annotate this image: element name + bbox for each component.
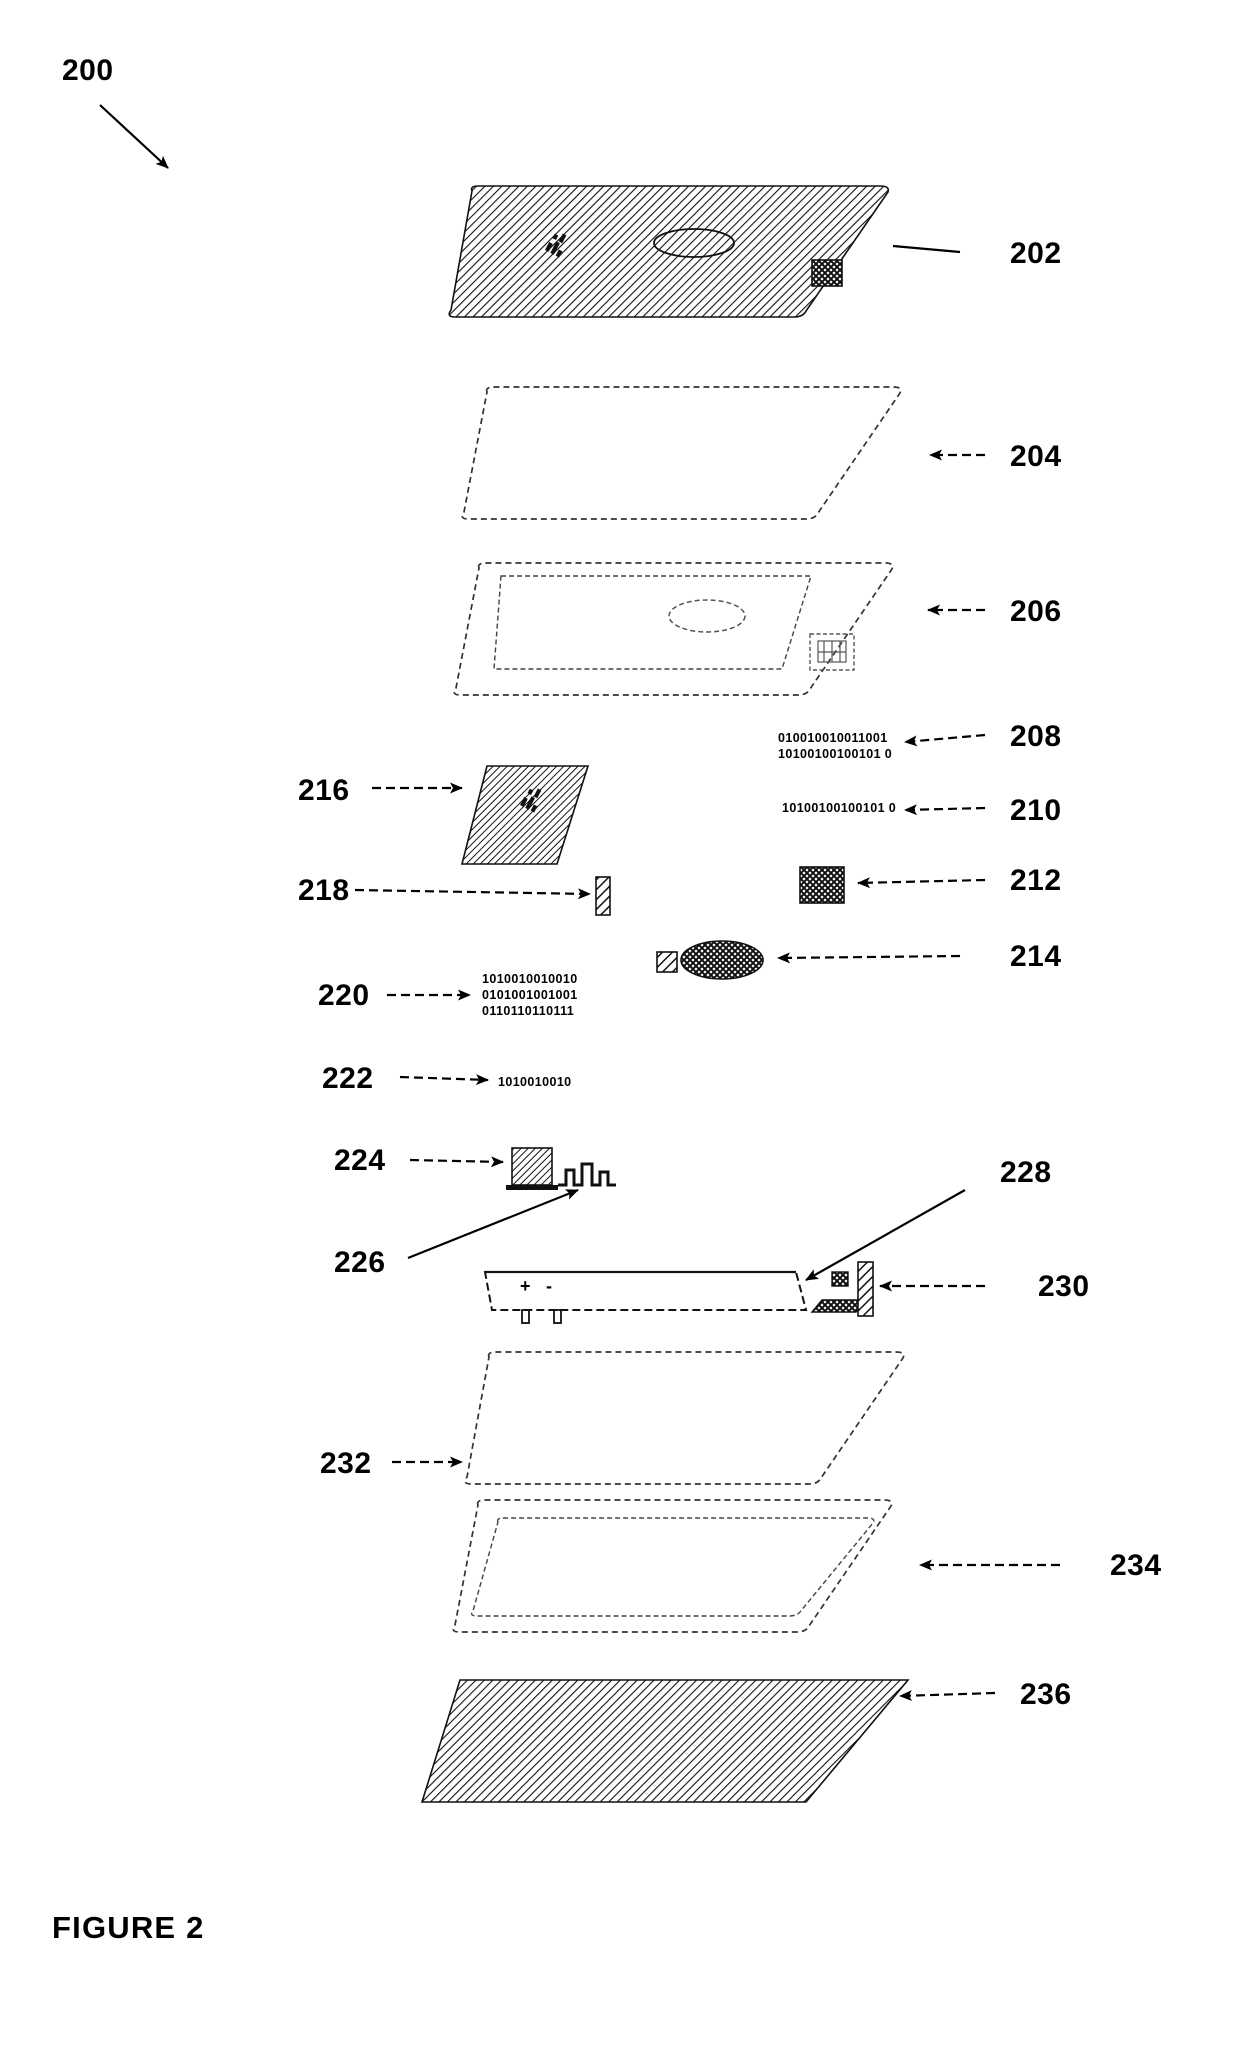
element-230-vertical-strip <box>857 1261 874 1317</box>
layer-206-ellipse-feature <box>668 599 746 633</box>
binary-208-line-1: 010010010011001 <box>778 731 888 745</box>
element-214-side-block <box>656 951 678 973</box>
layer-204-clear-overlay <box>461 386 902 520</box>
callout-228: 228 <box>1000 1156 1052 1189</box>
main-reference-leader <box>99 104 169 169</box>
leader-228 <box>805 1189 966 1281</box>
element-224-chip-block <box>506 1147 558 1190</box>
figure-caption: FIGURE 2 <box>52 1910 205 1945</box>
binary-210-line-1: 10100100100101 0 <box>782 801 896 815</box>
battery-tab-1 <box>521 1309 530 1324</box>
layer-232-lower-clear <box>464 1351 905 1485</box>
element-228-battery: + - <box>483 1270 808 1324</box>
layer-206-window <box>493 575 812 670</box>
leader-210 <box>904 804 986 816</box>
element-208-binary-block: 010010010011001 10100100100101 0 <box>778 731 892 761</box>
battery-tab-2 <box>553 1309 562 1324</box>
callout-204: 204 <box>1010 440 1062 473</box>
element-210-binary-block: 10100100100101 0 <box>782 801 896 815</box>
callout-232: 232 <box>320 1447 372 1480</box>
binary-220-line-3: 0110110110111 <box>482 1004 574 1018</box>
callout-206: 206 <box>1010 595 1062 628</box>
callout-224: 224 <box>334 1144 386 1177</box>
binary-222-line-1: 1010010010 <box>498 1075 572 1089</box>
card-202-chip-pad <box>811 259 843 287</box>
element-220-binary-block: 1010010010010 0101001001001 011011011011… <box>482 972 578 1018</box>
callout-222: 222 <box>322 1062 374 1095</box>
battery-plus-symbol: + <box>520 1276 531 1296</box>
callout-230: 230 <box>1038 1270 1090 1303</box>
callout-212: 212 <box>1010 864 1062 897</box>
callout-218: 218 <box>298 874 350 907</box>
patent-figure-root: 200 202 204 206 010010010011001 10100100… <box>0 0 1240 2048</box>
callout-210: 210 <box>1010 794 1062 827</box>
binary-220-line-2: 0101001001001 <box>482 988 578 1002</box>
element-230-small-pad <box>831 1271 849 1287</box>
element-222-binary-block: 1010010010 <box>498 1075 572 1089</box>
leader-224 <box>409 1156 504 1168</box>
layer-202-top-hatched-card <box>448 185 890 318</box>
main-reference-number: 200 <box>62 54 114 87</box>
element-218-narrow-strip <box>595 876 611 916</box>
callout-216: 216 <box>298 774 350 807</box>
layer-236-bottom-hatched <box>420 1679 910 1803</box>
element-230-contact-assembly <box>810 1261 874 1317</box>
exploded-view-diagram: 200 202 204 206 010010010011001 10100100… <box>52 54 1162 1945</box>
element-212-crosshatch-pad <box>799 866 845 904</box>
leader-202 <box>892 244 961 254</box>
layer-206-printed-core <box>453 562 894 696</box>
callout-226: 226 <box>334 1246 386 1279</box>
leader-214 <box>777 952 961 964</box>
leader-208 <box>904 733 986 747</box>
element-216-hatched-insert <box>460 765 590 865</box>
layer-206-chip-module <box>809 633 855 671</box>
callout-234: 234 <box>1110 1549 1162 1582</box>
leader-218 <box>354 888 591 900</box>
battery-minus-symbol: - <box>546 1276 552 1296</box>
binary-208-line-2: 10100100100101 0 <box>778 747 892 761</box>
leader-212 <box>857 877 986 889</box>
callout-220: 220 <box>318 979 370 1012</box>
callout-236: 236 <box>1020 1678 1072 1711</box>
binary-220-line-1: 1010010010010 <box>482 972 578 986</box>
element-214-hatched-ellipse <box>656 940 764 980</box>
element-226-circuit-trace <box>558 1162 616 1187</box>
callout-202: 202 <box>1010 237 1062 270</box>
leader-222 <box>399 1074 489 1086</box>
leader-236 <box>899 1690 996 1702</box>
layer-234-frame <box>452 1499 893 1633</box>
leader-226 <box>407 1188 579 1260</box>
callout-214: 214 <box>1010 940 1062 973</box>
callout-208: 208 <box>1010 720 1062 753</box>
